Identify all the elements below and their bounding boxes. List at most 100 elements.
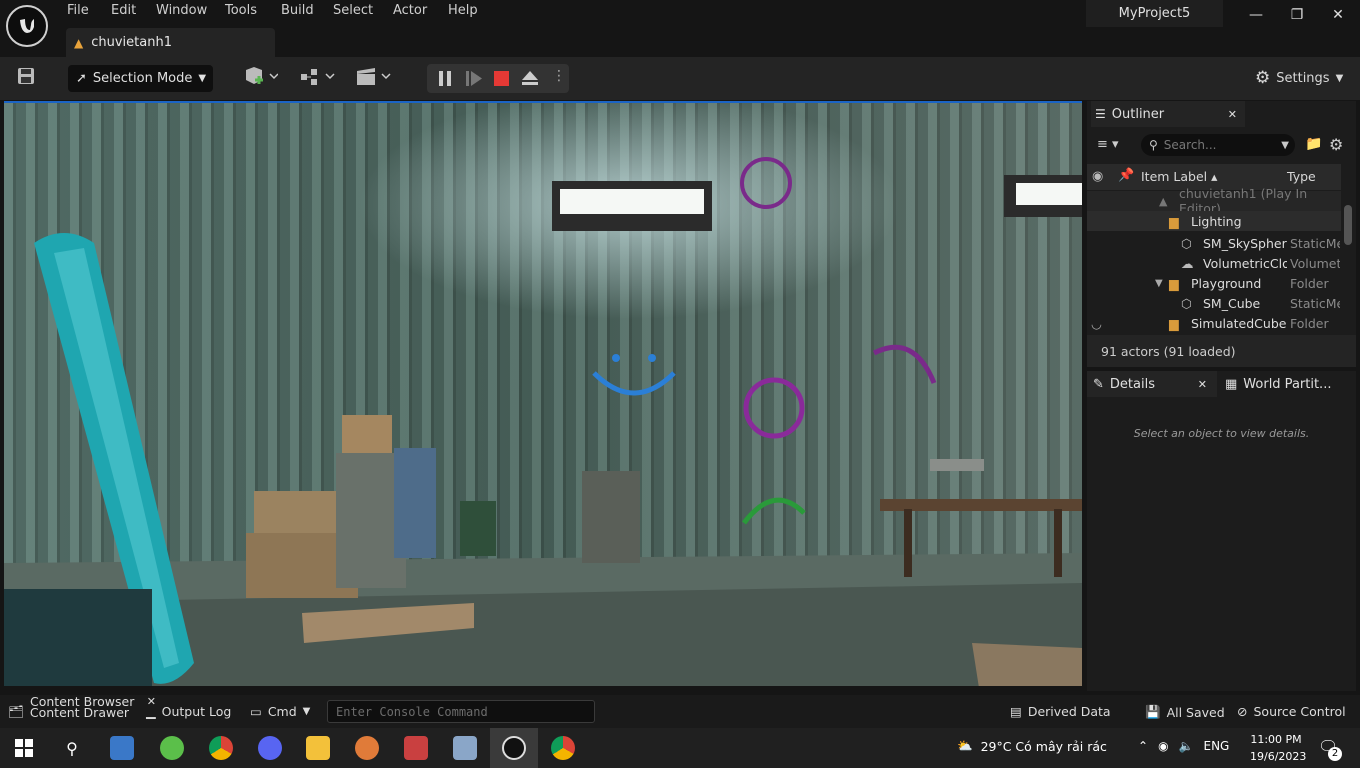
play-controls: ⋮ [427,64,569,93]
outliner-row[interactable]: ▼ ▆ Playground Folder [1087,273,1341,293]
menu-file[interactable]: File [67,3,89,18]
add-actor-icon[interactable] [244,66,279,92]
cinematics-icon[interactable] [355,66,391,92]
col-item-label[interactable]: Item Label ▴ [1141,169,1217,184]
row-type: Folder [1290,275,1329,291]
static-mesh-icon: ⬡ [1181,235,1192,251]
console-command-input[interactable]: Enter Console Command [327,700,595,723]
eject-icon[interactable] [520,69,540,91]
maximize-icon[interactable]: ❐ [1277,4,1317,26]
weather-text: 29°C Có mây rải rác [980,738,1107,754]
pause-icon[interactable] [437,70,453,91]
row-label: VolumetricClo [1203,255,1287,271]
partly-cloudy-icon: ⛅ [957,738,973,753]
world-partition-tab-label: World Partit... [1243,376,1332,392]
outliner-row[interactable]: ⬡ SM_SkySpher StaticMe [1087,233,1341,253]
settings-button[interactable]: ⚙ Settings ▼ [1255,68,1343,88]
chevron-down-icon: ▼ [1335,72,1344,84]
outliner-row[interactable]: ◡ ▆ SimulatedCubes Folder [1087,313,1341,333]
menu-select[interactable]: Select [333,3,373,18]
wifi-icon[interactable]: ◉ [1158,739,1168,753]
menu-edit[interactable]: Edit [111,3,136,18]
blueprint-icon[interactable] [299,66,335,92]
tab-level[interactable]: ▲ chuvietanh1 [66,28,275,57]
tab-details[interactable]: ✎ Details ✕ [1087,371,1217,397]
remote-desktop-icon[interactable] [98,728,146,768]
outliner-search-placeholder: Search... [1163,138,1217,152]
all-saved-button[interactable]: 💾 All Saved [1145,704,1225,720]
chevron-up-icon[interactable]: ⌃ [1138,739,1148,753]
file-explorer-icon[interactable] [294,728,342,768]
output-log-label: Output Log [161,704,232,719]
console-placeholder: Enter Console Command [336,704,488,719]
col-type[interactable]: Type [1287,169,1316,184]
tab-world-partition[interactable]: ▦ World Partit... [1225,371,1356,397]
outliner-row[interactable]: ▲ chuvietanh1 (Play In Editor) [1087,186,1341,216]
chevron-down-icon[interactable]: ▼ [1155,278,1163,289]
derived-data-button[interactable]: ▤ Derived Data [1010,704,1111,719]
derived-data-label: Derived Data [1027,704,1111,719]
project-name: MyProject5 [1086,0,1223,27]
output-log-button[interactable]: ▁ Output Log [146,704,231,719]
minimize-icon[interactable]: — [1236,4,1276,26]
close-icon[interactable]: ✕ [1318,4,1358,26]
tab-outliner[interactable]: ☰ Outliner ✕ [1091,101,1245,127]
outliner-search-input[interactable]: ⚲ Search... ▼ [1141,134,1295,156]
hidden-eye-icon[interactable]: ◡ [1091,316,1102,331]
app-icon[interactable] [392,728,440,768]
menu-actor[interactable]: Actor [393,3,427,18]
menu-build[interactable]: Build [281,3,314,18]
paint-icon[interactable] [343,728,391,768]
pin-icon[interactable]: 📌 [1118,168,1134,183]
all-saved-label: All Saved [1166,704,1225,720]
add-folder-icon[interactable]: 📁 [1305,136,1322,152]
outliner-row[interactable]: ▆ Lighting [1087,211,1341,231]
discord-icon[interactable] [246,728,294,768]
grid-icon: ▦ [1225,376,1238,392]
chrome-profile-icon[interactable] [539,728,587,768]
level-viewport[interactable] [4,101,1082,686]
menu-help[interactable]: Help [448,3,478,18]
stop-icon[interactable] [493,70,509,91]
outliner-row[interactable]: ⬡ SM_Cube StaticMe [1087,293,1341,313]
chrome-icon[interactable] [197,728,245,768]
folder-icon: ▆ [1169,275,1179,291]
weather-widget[interactable]: ⛅ 29°C Có mây rải rác [957,738,1107,754]
volume-icon[interactable]: 🔈 [1179,739,1194,753]
cmd-label: Cmd [267,704,297,719]
search-icon[interactable]: ⚲ [48,728,96,768]
cloud-icon: ☁ [1181,255,1194,271]
content-drawer-button[interactable]: 🗂 Content Drawer [8,704,129,720]
viewport-scene-image [4,103,1082,686]
close-icon[interactable]: ✕ [1198,378,1207,391]
language-indicator[interactable]: ENG [1204,739,1230,753]
windows-start-icon[interactable] [0,728,48,768]
actor-count: 91 actors (91 loaded) [1087,335,1356,367]
gear-icon[interactable]: ⚙ [1329,135,1343,154]
unreal-editor-taskbar-icon[interactable] [490,728,538,768]
row-label: Lighting [1191,213,1242,229]
menu-window[interactable]: Window [156,3,207,18]
outliner-row[interactable]: ☁ VolumetricClo Volumetr [1087,253,1341,273]
cmd-dropdown[interactable]: ▭ Cmd ▼ [250,704,310,719]
step-frame-icon[interactable] [465,70,483,91]
filter-icon[interactable]: ≡ ▾ [1097,137,1119,152]
source-control-button[interactable]: ⊘ Source Control [1237,704,1346,719]
chevron-down-icon: ▼ [1281,139,1289,151]
visibility-icon[interactable]: ◉ [1092,169,1103,184]
save-icon[interactable] [17,67,35,89]
green-app-icon[interactable] [148,728,196,768]
outliner-icon: ☰ [1095,107,1106,121]
more-options-icon[interactable]: ⋮ [552,68,566,84]
level-icon: ▲ [74,35,84,50]
pencil-icon: ✎ [1093,376,1104,392]
menu-tools[interactable]: Tools [225,3,257,18]
monitor-app-icon[interactable] [441,728,489,768]
row-type: StaticMe [1290,295,1340,311]
gear-icon: ⚙ [1255,68,1271,88]
close-icon[interactable]: ✕ [1228,108,1237,121]
selection-mode-dropdown[interactable]: ➚ Selection Mode ▼ [68,65,213,92]
unreal-logo-icon[interactable] [6,5,48,47]
outliner-scrollbar[interactable] [1344,205,1352,245]
clock[interactable]: 11:00 PM 19/6/2023 [1250,731,1306,765]
